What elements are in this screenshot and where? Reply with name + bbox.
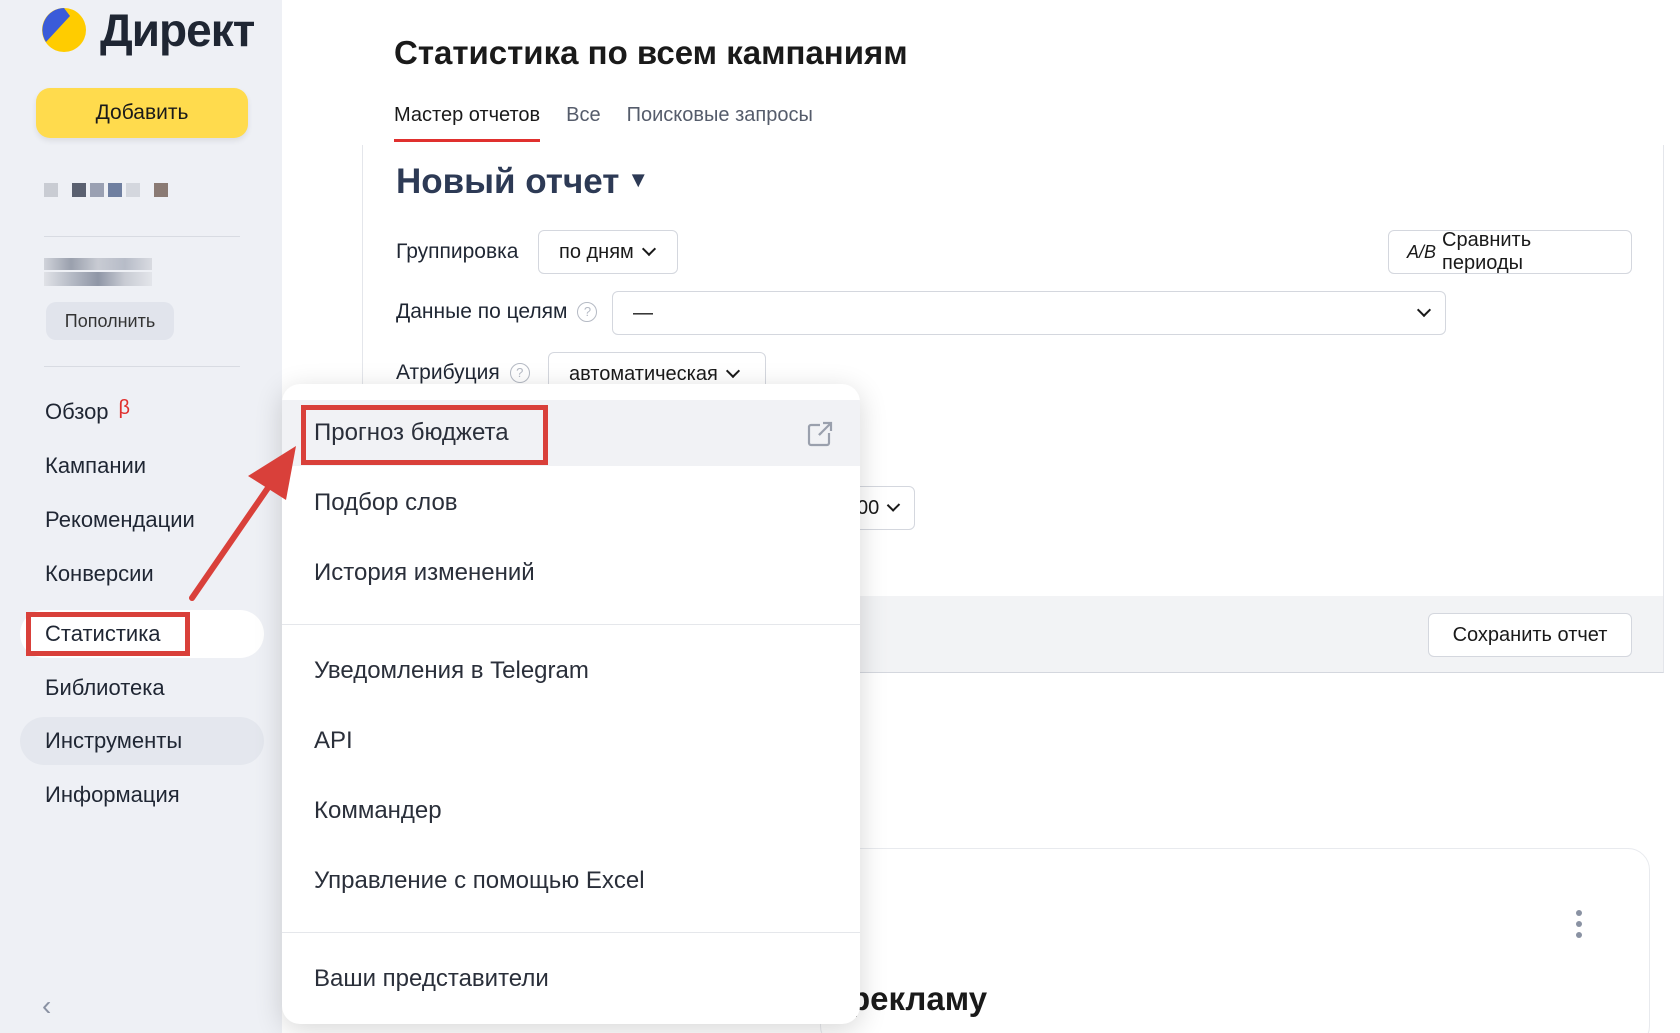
balance-blurred: [44, 258, 152, 288]
topup-button[interactable]: Пополнить: [46, 302, 174, 340]
save-report-button[interactable]: Сохранить отчет: [1428, 613, 1632, 657]
goals-select[interactable]: —: [612, 291, 1446, 335]
highlight-box-statistics: [26, 612, 190, 656]
goals-label: Данные по целям ?: [396, 300, 598, 324]
nav-tools[interactable]: Инструменты: [20, 717, 264, 765]
menu-item-label: Ваши представители: [314, 965, 549, 992]
beta-badge: β: [118, 396, 131, 419]
nav-label: Конверсии: [45, 561, 154, 586]
attribution-label-text: Атрибуция: [396, 361, 500, 384]
grouping-label-text: Группировка: [396, 240, 519, 263]
menu-item-label: Коммандер: [314, 797, 442, 824]
collapse-sidebar-icon[interactable]: ‹: [42, 990, 51, 1022]
page-title: Статистика по всем кампаниям: [394, 34, 908, 71]
caret-down-icon: ▼: [627, 167, 650, 192]
chevron-down-icon: [725, 363, 740, 379]
menu-divider: [282, 624, 860, 625]
nav-label: Кампании: [45, 453, 147, 478]
logo[interactable]: Директ: [40, 4, 255, 56]
compare-icon: A/B: [1407, 241, 1437, 262]
menu-item-commander[interactable]: Коммандер: [282, 778, 860, 844]
nav-recommendations[interactable]: Рекомендации: [20, 496, 264, 544]
nav-overview[interactable]: Обзор β: [20, 388, 264, 436]
menu-divider: [282, 932, 860, 933]
kebab-menu-icon[interactable]: [1576, 910, 1582, 943]
chevron-down-icon: [641, 241, 656, 257]
chevron-down-icon: [886, 498, 901, 512]
menu-item-label: Управление с помощью Excel: [314, 867, 645, 894]
sidebar-divider: [44, 236, 240, 237]
menu-item-change-history[interactable]: История изменений: [282, 540, 860, 606]
nav-label: Инструменты: [45, 728, 183, 753]
menu-item-label: Подбор слов: [314, 489, 458, 516]
direct-logo-icon: [40, 6, 88, 54]
goals-value: —: [633, 301, 653, 324]
nav-campaigns[interactable]: Кампании: [20, 442, 264, 490]
add-button[interactable]: Добавить: [36, 88, 248, 138]
help-icon[interactable]: ?: [577, 302, 598, 322]
menu-item-label: API: [314, 727, 353, 754]
nav-conversions[interactable]: Конверсии: [20, 550, 264, 598]
grouping-label: Группировка: [396, 240, 518, 264]
nav-label: Библиотека: [45, 675, 165, 700]
nav-label: Обзор: [45, 399, 109, 424]
tab-report-master[interactable]: Мастер отчетов: [394, 104, 541, 142]
report-tabs: Мастер отчетов Все Поисковые запросы: [394, 104, 813, 142]
chevron-down-icon: [1416, 302, 1432, 318]
highlight-box-budget-forecast: [301, 405, 548, 465]
menu-item-label: Уведомления в Telegram: [314, 657, 589, 684]
tab-search-queries[interactable]: Поисковые запросы: [627, 104, 813, 142]
menu-item-label: История изменений: [314, 559, 535, 586]
partial-select-value: 00: [857, 496, 880, 519]
menu-item-api[interactable]: API: [282, 708, 860, 774]
logo-text: Директ: [100, 4, 255, 56]
help-icon[interactable]: ?: [509, 363, 530, 383]
grouping-value: по дням: [559, 240, 634, 263]
compare-periods-label: Сравнить периоды: [1442, 229, 1532, 274]
menu-item-word-selection[interactable]: Подбор слов: [282, 470, 860, 536]
nav-label: Информация: [45, 782, 180, 807]
nav-library[interactable]: Библиотека: [20, 664, 264, 712]
sidebar-divider: [44, 366, 240, 367]
compare-periods-button[interactable]: A/B Сравнить периоды: [1388, 229, 1632, 274]
goals-label-text: Данные по целям: [396, 300, 568, 323]
account-info-blurred: [44, 183, 168, 197]
attribution-value: автоматическая: [569, 362, 718, 385]
tools-dropdown-menu: Прогноз бюджета Подбор слов История изме…: [282, 384, 860, 1024]
nav-information[interactable]: Информация: [20, 771, 264, 819]
tab-all[interactable]: Все: [566, 104, 600, 142]
report-title[interactable]: Новый отчет ▼: [396, 162, 649, 202]
report-title-text: Новый отчет: [396, 162, 620, 201]
nav-label: Рекомендации: [45, 507, 195, 532]
widget-card-title-partial: рекламу: [850, 980, 988, 1017]
attribution-label: Атрибуция ?: [396, 361, 530, 385]
menu-item-representatives[interactable]: Ваши представители: [282, 946, 860, 1012]
menu-item-telegram-notifications[interactable]: Уведомления в Telegram: [282, 638, 860, 704]
grouping-select[interactable]: по дням: [538, 230, 678, 274]
menu-item-excel-management[interactable]: Управление с помощью Excel: [282, 848, 860, 914]
sidebar: Директ Добавить Пополнить Обзор β Кампан…: [0, 0, 282, 1033]
external-link-icon: [807, 421, 834, 447]
